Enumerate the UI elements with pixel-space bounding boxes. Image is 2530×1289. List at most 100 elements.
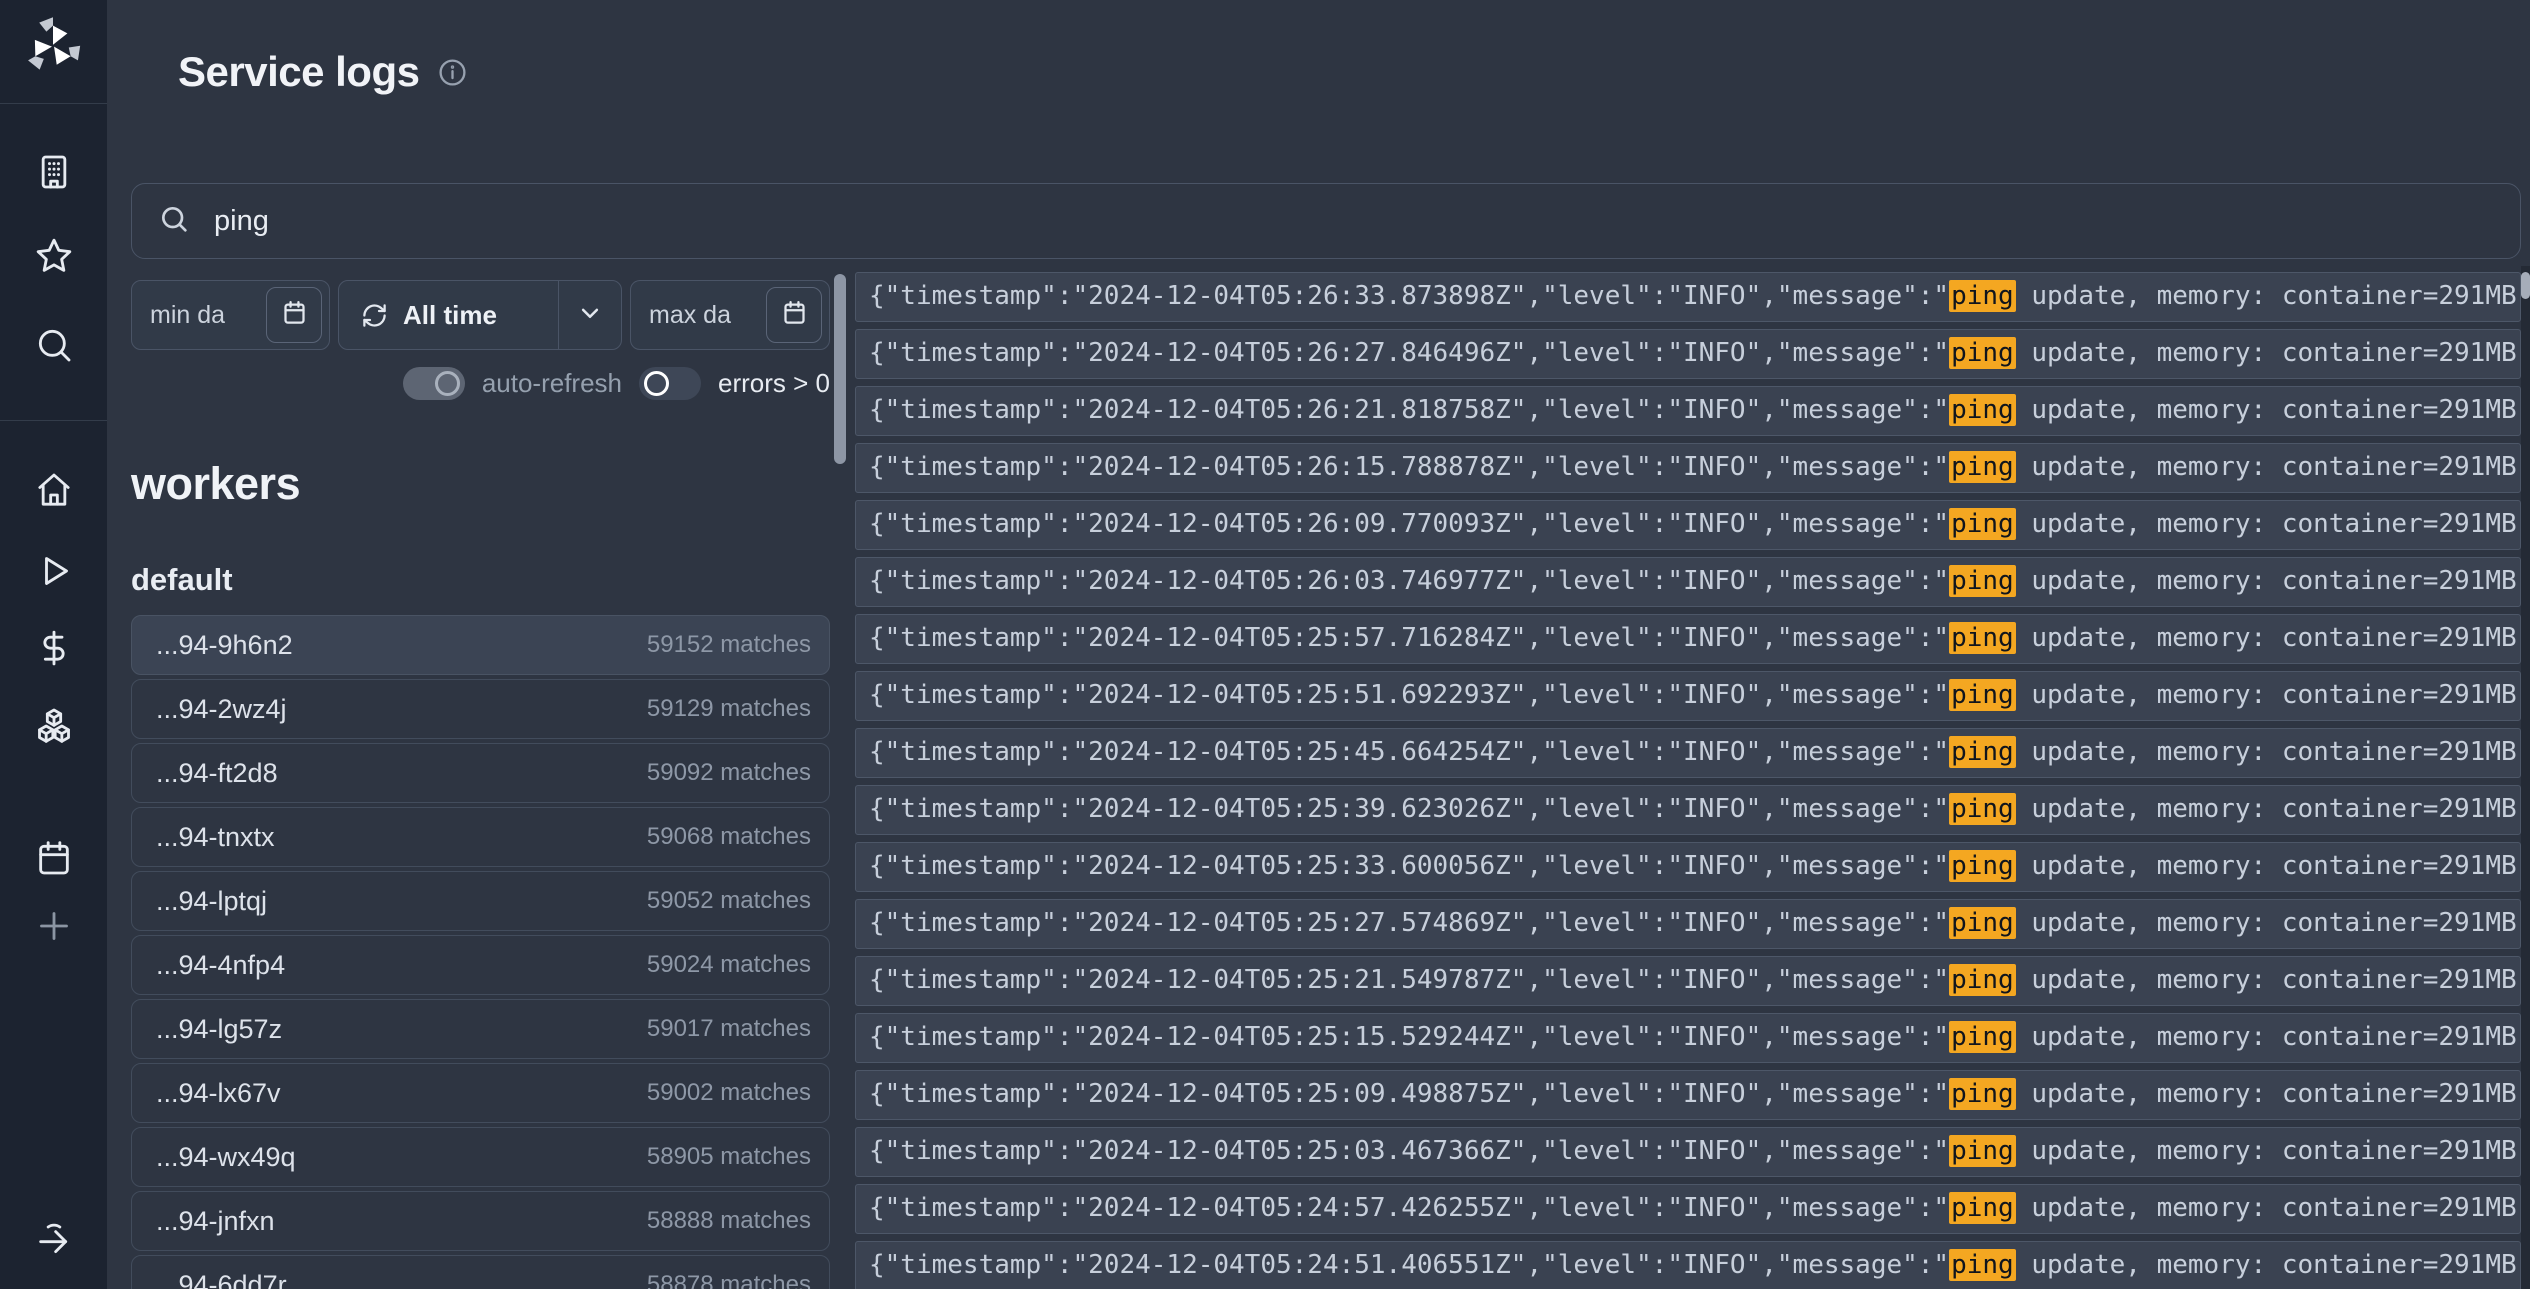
search-match-highlight: ping (1949, 679, 2016, 711)
log-row[interactable]: {"timestamp":"2024-12-04T05:25:09.498875… (855, 1070, 2521, 1120)
time-range-dropdown[interactable] (559, 281, 621, 349)
log-text: {"timestamp":"2024-12-04T05:26:15.788878… (869, 452, 1949, 482)
worker-row[interactable]: ...94-jnfxn 58888 matches (131, 1191, 830, 1251)
log-row[interactable]: {"timestamp":"2024-12-04T05:25:51.692293… (855, 671, 2521, 721)
log-row[interactable]: {"timestamp":"2024-12-04T05:25:45.664254… (855, 728, 2521, 778)
sidebar-item-billing[interactable] (0, 628, 107, 672)
worker-row[interactable]: ...94-lg57z 59017 matches (131, 999, 830, 1059)
sidebar-expand-button[interactable] (0, 1220, 107, 1264)
log-row[interactable]: {"timestamp":"2024-12-04T05:24:51.406551… (855, 1241, 2521, 1289)
log-text: update, memory: container=291MB (2016, 1079, 2517, 1109)
log-text: {"timestamp":"2024-12-04T05:25:15.529244… (869, 1022, 1949, 1052)
worker-row[interactable]: ...94-4nfp4 59024 matches (131, 935, 830, 995)
log-row[interactable]: {"timestamp":"2024-12-04T05:26:21.818758… (855, 386, 2521, 436)
log-text: {"timestamp":"2024-12-04T05:25:03.467366… (869, 1136, 1949, 1166)
sidebar-item-resources[interactable] (0, 707, 107, 751)
sidebar-item-runs[interactable] (0, 551, 107, 595)
log-text: {"timestamp":"2024-12-04T05:25:51.692293… (869, 680, 1949, 710)
worker-id: ...94-lx67v (156, 1078, 281, 1109)
sidebar-item-schedules[interactable] (0, 838, 107, 882)
windmill-logo[interactable] (23, 16, 83, 76)
log-row[interactable]: {"timestamp":"2024-12-04T05:26:33.873898… (855, 272, 2521, 322)
max-date-calendar-button[interactable] (766, 287, 822, 343)
min-date-field[interactable]: min da (131, 280, 330, 350)
workers-heading: workers (131, 458, 300, 510)
worker-row[interactable]: ...94-lx67v 59002 matches (131, 1063, 830, 1123)
log-text: update, memory: container=291MB (2016, 908, 2517, 938)
log-text: update, memory: container=291MB (2016, 737, 2517, 767)
left-pane-scrollbar[interactable] (834, 274, 846, 464)
log-text: update, memory: container=291MB (2016, 851, 2517, 881)
log-row[interactable]: {"timestamp":"2024-12-04T05:26:15.788878… (855, 443, 2521, 493)
worker-match-count: 58888 matches (647, 1207, 811, 1235)
worker-id: ...94-lg57z (156, 1014, 282, 1045)
worker-row[interactable]: ...94-wx49q 58905 matches (131, 1127, 830, 1187)
search-match-highlight: ping (1949, 793, 2016, 825)
log-text: update, memory: container=291MB (2016, 794, 2517, 824)
sidebar-divider (0, 103, 107, 104)
log-text: {"timestamp":"2024-12-04T05:25:45.664254… (869, 737, 1949, 767)
log-text: update, memory: container=291MB (2016, 566, 2517, 596)
log-text: update, memory: container=291MB (2016, 1022, 2517, 1052)
info-circle-icon[interactable] (437, 57, 468, 88)
search-match-highlight: ping (1949, 736, 2016, 768)
log-row[interactable]: {"timestamp":"2024-12-04T05:25:27.574869… (855, 899, 2521, 949)
sidebar-item-workspace[interactable] (0, 152, 107, 196)
worker-id: ...94-lptqj (156, 886, 267, 917)
calendar-icon (781, 299, 808, 331)
worker-match-count: 58878 matches (647, 1271, 811, 1289)
worker-row[interactable]: ...94-lptqj 59052 matches (131, 871, 830, 931)
max-date-field[interactable]: max da (630, 280, 830, 350)
worker-row[interactable]: ...94-6dd7r 58878 matches (131, 1255, 830, 1289)
log-row[interactable]: {"timestamp":"2024-12-04T05:25:15.529244… (855, 1013, 2521, 1063)
log-row[interactable]: {"timestamp":"2024-12-04T05:25:33.600056… (855, 842, 2521, 892)
sidebar-item-search[interactable] (0, 325, 107, 369)
log-row[interactable]: {"timestamp":"2024-12-04T05:25:57.716284… (855, 614, 2521, 664)
search-input[interactable] (212, 204, 2494, 239)
log-text: {"timestamp":"2024-12-04T05:25:09.498875… (869, 1079, 1949, 1109)
plus-icon (34, 906, 74, 951)
log-scrollbar-track[interactable] (2521, 266, 2530, 1289)
refresh-icon (361, 302, 388, 329)
sidebar-item-favorites[interactable] (0, 236, 107, 280)
chevron-down-icon (575, 298, 605, 333)
worker-row[interactable]: ...94-ft2d8 59092 matches (131, 743, 830, 803)
time-range-button[interactable]: All time (338, 280, 622, 350)
search-match-highlight: ping (1949, 451, 2016, 483)
dollar-sign-icon (34, 628, 74, 673)
worker-id: ...94-ft2d8 (156, 758, 278, 789)
search-icon (34, 325, 74, 370)
worker-id: ...94-6dd7r (156, 1270, 287, 1289)
toggle-row: auto-refresh errors > 0 (131, 366, 830, 400)
log-row[interactable]: {"timestamp":"2024-12-04T05:25:39.623026… (855, 785, 2521, 835)
log-row[interactable]: {"timestamp":"2024-12-04T05:25:03.467366… (855, 1127, 2521, 1177)
worker-row[interactable]: ...94-2wz4j 59129 matches (131, 679, 830, 739)
star-icon (34, 236, 74, 281)
expand-arrow-icon (34, 1220, 74, 1265)
log-scrollbar-thumb[interactable] (2521, 272, 2530, 299)
worker-row[interactable]: ...94-tnxtx 59068 matches (131, 807, 830, 867)
log-row[interactable]: {"timestamp":"2024-12-04T05:26:27.846496… (855, 329, 2521, 379)
log-row[interactable]: {"timestamp":"2024-12-04T05:25:21.549787… (855, 956, 2521, 1006)
min-date-calendar-button[interactable] (266, 287, 322, 343)
search-match-highlight: ping (1949, 1135, 2016, 1167)
log-text: {"timestamp":"2024-12-04T05:26:09.770093… (869, 509, 1949, 539)
max-date-placeholder: max da (649, 301, 731, 330)
log-row[interactable]: {"timestamp":"2024-12-04T05:26:03.746977… (855, 557, 2521, 607)
log-text: update, memory: container=291MB (2016, 623, 2517, 653)
worker-match-count: 59017 matches (647, 1015, 811, 1043)
worker-id: ...94-2wz4j (156, 694, 287, 725)
search-match-highlight: ping (1949, 337, 2016, 369)
search-match-highlight: ping (1949, 1021, 2016, 1053)
auto-refresh-toggle[interactable] (403, 367, 465, 400)
log-row[interactable]: {"timestamp":"2024-12-04T05:26:09.770093… (855, 500, 2521, 550)
sidebar-item-home[interactable] (0, 470, 107, 514)
log-list: {"timestamp":"2024-12-04T05:26:33.873898… (855, 272, 2521, 1289)
log-row[interactable]: {"timestamp":"2024-12-04T05:24:57.426255… (855, 1184, 2521, 1234)
errors-filter-toggle[interactable] (639, 367, 701, 400)
calendar-icon (34, 838, 74, 883)
magnifier-icon (158, 203, 190, 240)
calendar-icon (281, 299, 308, 331)
sidebar-item-add[interactable] (0, 906, 107, 950)
worker-row[interactable]: ...94-9h6n2 59152 matches (131, 615, 830, 675)
